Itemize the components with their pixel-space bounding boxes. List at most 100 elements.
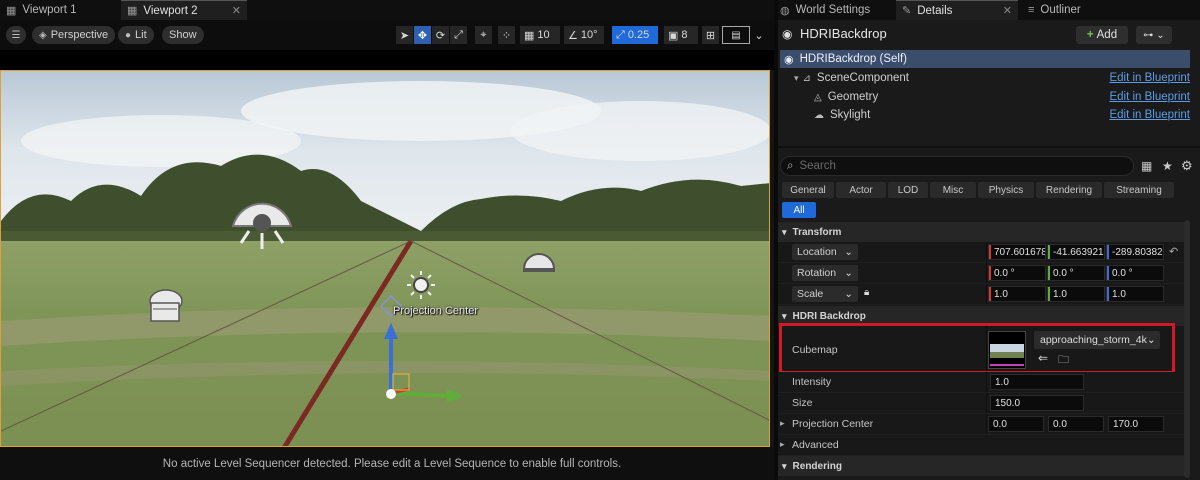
cloud-gizmo[interactable] [149,289,183,322]
layout-dropdown-button[interactable]: ⌄ [752,26,766,44]
rotation-z-field[interactable]: 0.0 ° [1106,265,1164,281]
snap-icon: ⁘ [501,29,512,42]
x-axis-marker [989,287,991,301]
layout-button[interactable]: ⊞ [702,26,719,44]
skylight-gizmo[interactable] [231,202,293,249]
edit-in-blueprint-link[interactable]: Edit in Blueprint [1109,91,1190,103]
angle-icon: ∠ [568,29,578,42]
scale-x-field[interactable]: 1.0 [988,286,1046,302]
rotation-mode-dropdown[interactable]: Rotation ⌄ [792,265,858,281]
filter-actor[interactable]: Actor [836,182,886,198]
scale-snap-button[interactable]: ⤢ 0.25 [612,26,658,44]
details-scrollbar[interactable] [1184,220,1190,478]
perspective-button[interactable]: ◈ Perspective [32,26,116,44]
scale-mode-dropdown[interactable]: Scale ⌄ [792,286,858,302]
rotation-snap-button[interactable]: ∠ 10° [564,26,604,44]
close-icon[interactable]: ✕ [232,4,241,17]
location-z-field[interactable]: -289.803827 [1106,244,1164,260]
projection-center-label: Projection Center [393,305,478,317]
translate-mode-button[interactable]: ✥ [414,26,431,44]
rotation-x-field[interactable]: 0.0 ° [988,265,1046,281]
rotate-mode-button[interactable]: ⟳ [432,26,449,44]
table-view-icon[interactable]: ▦ [1141,159,1152,173]
property-intensity: Intensity 1.0 [778,372,1184,393]
coordinate-space-button[interactable]: ⌖ [475,26,492,44]
edit-in-blueprint-link[interactable]: Edit in Blueprint [1109,72,1190,84]
section-rendering[interactable]: ▾ Rendering [778,456,1184,476]
search-input[interactable] [799,160,1100,172]
scale-y-field[interactable]: 1.0 [1047,286,1105,302]
scale-z-field[interactable]: 1.0 [1106,286,1164,302]
blueprint-icon: ⊶ [1143,29,1154,41]
z-axis-marker [1107,266,1109,280]
filter-general[interactable]: General [782,182,834,198]
rotation-y-field[interactable]: 0.0 ° [1047,265,1105,281]
filter-streaming[interactable]: Streaming [1104,182,1174,198]
projection-y-field[interactable]: 0.0 [1048,416,1104,432]
intensity-field[interactable]: 1.0 [990,374,1084,390]
blueprint-options-button[interactable]: ⊶ ⌄ [1136,26,1172,44]
reset-to-default-icon[interactable]: ↶ [1169,245,1178,258]
edit-in-blueprint-link[interactable]: Edit in Blueprint [1109,109,1190,121]
tab-details[interactable]: ✎ Details ✕ [896,0,1018,20]
sequencer-status-text: No active Level Sequencer detected. Plea… [162,457,622,470]
move-icon: ✥ [417,29,428,42]
viewport-scene[interactable]: Projection Center [0,70,770,447]
size-field[interactable]: 150.0 [990,395,1084,411]
pencil-icon: ✎ [902,5,912,17]
select-mode-button[interactable]: ➤ [396,26,413,44]
grid-snap-button[interactable]: ▦ 10 [520,26,560,44]
tab-viewport-2[interactable]: ▦ Viewport 2 ✕ [121,0,247,20]
viewport-icon: ▦ [127,5,138,17]
star-icon[interactable]: ★ [1162,159,1173,173]
close-icon[interactable]: ✕ [1003,4,1012,17]
filter-lod[interactable]: LOD [888,182,928,198]
tree-item-self[interactable]: ◉ HDRIBackdrop (Self) [780,50,1190,68]
tab-world-settings[interactable]: ◍ World Settings [774,0,892,20]
projection-x-field[interactable]: 0.0 [988,416,1044,432]
tree-item-geometry[interactable]: ◬ Geometry Edit in Blueprint [780,88,1190,106]
collapse-arrow-icon[interactable]: ▾ [794,73,799,84]
camera-speed-button[interactable]: ▣ 8 [664,26,698,44]
tab-viewport-1[interactable]: ▦ Viewport 1 [0,0,120,20]
lit-button[interactable]: ● Lit [118,26,154,44]
tree-item-scenecomponent[interactable]: ▾ ⊿ SceneComponent Edit in Blueprint [780,69,1190,87]
section-transform[interactable]: ▾ Transform [778,222,1184,242]
expand-arrow-icon[interactable]: ▸ [780,439,785,450]
property-projection-center: ▸ Projection Center 0.0 0.0 170.0 [778,414,1184,435]
location-y-field[interactable]: -41.663921 [1047,244,1105,260]
surface-snap-button[interactable]: ⁘ [498,26,515,44]
chevron-down-icon: ⌄ [844,246,853,258]
show-button[interactable]: Show [162,26,204,44]
z-axis-marker [1107,245,1109,259]
filter-physics[interactable]: Physics [978,182,1034,198]
location-x-field[interactable]: 707.601678 [988,244,1046,260]
details-search[interactable]: ⌕ [780,156,1134,176]
property-advanced[interactable]: ▸ Advanced [778,435,1184,456]
hamburger-menu-button[interactable]: ☰ [6,26,26,44]
chevron-down-icon: ⌄ [754,29,764,42]
viewport-layout-button[interactable]: ▤ [722,26,750,44]
filter-all[interactable]: All [782,202,816,218]
actor-icon: ◉ [782,27,793,41]
filter-rendering[interactable]: Rendering [1036,182,1102,198]
scene-render [1,71,769,446]
expand-arrow-icon[interactable]: ▸ [780,418,785,429]
chevron-down-icon: ⌄ [844,288,853,300]
lock-icon[interactable]: 🔒︎ [864,287,869,298]
y-axis-marker [1048,266,1050,280]
location-mode-dropdown[interactable]: Location ⌄ [792,244,858,260]
property-scale: Scale ⌄ 🔒︎ 1.0 1.0 1.0 [778,284,1184,305]
gear-icon[interactable]: ⚙ [1181,158,1193,174]
actor-name[interactable]: HDRIBackdrop [800,26,887,41]
intensity-label: Intensity [792,376,832,388]
tree-item-skylight[interactable]: ☁ Skylight Edit in Blueprint [780,106,1190,124]
viewport-toolbar: ☰ ◈ Perspective ● Lit Show ➤ ✥ ⟳ ⤢ ⌖ ⁘ ▦… [0,20,774,50]
filter-misc[interactable]: Misc [930,182,976,198]
scale-mode-button[interactable]: ⤢ [450,26,467,44]
add-component-button[interactable]: + Add [1076,26,1128,44]
y-axis-marker [1048,245,1050,259]
property-location: Location ⌄ 707.601678 -41.663921 -289.80… [778,242,1184,263]
projection-z-field[interactable]: 170.0 [1108,416,1164,432]
tab-outliner[interactable]: ≡ Outliner [1022,0,1142,20]
